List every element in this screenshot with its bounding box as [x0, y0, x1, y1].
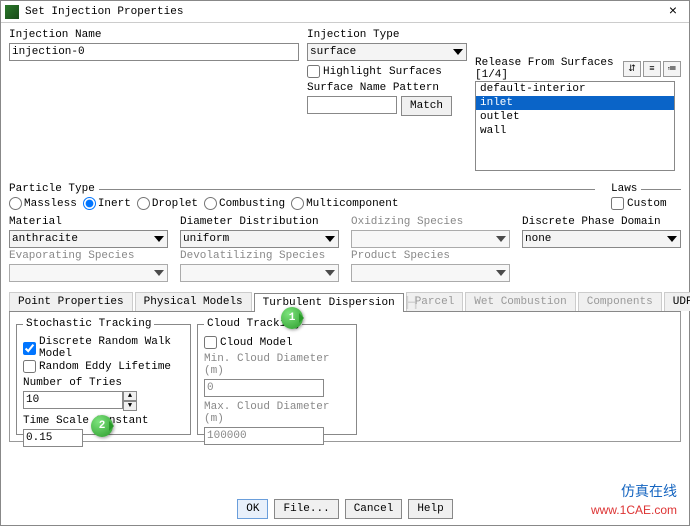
oxidizing-label: Oxidizing Species: [351, 216, 510, 228]
particle-type-option[interactable]: Droplet: [137, 197, 198, 210]
list-item[interactable]: outlet: [476, 110, 674, 124]
rel-row[interactable]: Random Eddy Lifetime: [23, 360, 184, 373]
surfaces-select-all-icon[interactable]: ≡: [643, 61, 661, 77]
particle-type-group: Particle Type Massless Inert Droplet Com…: [9, 183, 595, 210]
cloud-tracking-group: Cloud Tracking Cloud Model Min. Cloud Di…: [197, 318, 357, 435]
app-icon: [5, 5, 19, 19]
file-button[interactable]: File...: [274, 499, 338, 519]
cloud-min-input: [204, 379, 324, 397]
tab: Wet Combustion: [465, 292, 575, 311]
drwm-label: Discrete Random Walk Model: [39, 336, 184, 360]
diameter-dist-select[interactable]: uniform: [180, 230, 339, 248]
laws-group: Laws Custom: [611, 183, 681, 210]
release-surfaces-listbox[interactable]: default-interiorinletoutletwall: [475, 81, 675, 171]
callout-badge-2: 2: [91, 415, 113, 437]
surface-name-pattern-input[interactable]: [307, 96, 397, 114]
tab[interactable]: UDF: [664, 292, 690, 311]
devol-select: [180, 264, 339, 282]
highlight-surfaces-row[interactable]: Highlight Surfaces: [307, 65, 467, 78]
surfaces-deselect-icon[interactable]: ≔: [663, 61, 681, 77]
product-label: Product Species: [351, 250, 510, 262]
cloud-model-checkbox[interactable]: [204, 336, 217, 349]
stochastic-legend: Stochastic Tracking: [23, 318, 154, 330]
cloud-max-input: [204, 427, 324, 445]
injection-name-input[interactable]: [9, 43, 299, 61]
injection-type-label: Injection Type: [307, 29, 467, 41]
titlebar: Set Injection Properties ×: [1, 1, 689, 23]
tab: Components: [578, 292, 662, 311]
material-select[interactable]: anthracite: [9, 230, 168, 248]
rel-checkbox[interactable]: [23, 360, 36, 373]
cancel-button[interactable]: Cancel: [345, 499, 403, 519]
laws-custom-checkbox[interactable]: [611, 197, 624, 210]
laws-custom-label: Custom: [627, 198, 667, 210]
spin-up-icon[interactable]: ▲: [123, 391, 137, 401]
dialog-content: Injection Name Injection Type surface Hi…: [1, 23, 689, 493]
release-surfaces-label: Release From Surfaces [1/4]: [475, 57, 623, 81]
list-item[interactable]: wall: [476, 124, 674, 138]
close-icon[interactable]: ×: [661, 4, 685, 20]
button-bar: OK File... Cancel Help: [1, 499, 689, 519]
tab[interactable]: Turbulent Dispersion: [254, 293, 404, 312]
tsc-input[interactable]: [23, 429, 83, 447]
tab: Parcel: [406, 292, 464, 311]
tab[interactable]: Physical Models: [135, 292, 252, 311]
particle-type-option[interactable]: Inert: [83, 197, 131, 210]
tab-bar: Point PropertiesPhysical ModelsTurbulent…: [9, 292, 681, 312]
product-select: [351, 264, 510, 282]
surface-name-pattern-label: Surface Name Pattern: [307, 82, 467, 94]
injection-type-select[interactable]: surface: [307, 43, 467, 61]
help-button[interactable]: Help: [408, 499, 452, 519]
callout-badge-1: 1: [281, 307, 303, 329]
cloud-model-label: Cloud Model: [220, 337, 293, 349]
list-item[interactable]: inlet: [476, 96, 674, 110]
diameter-dist-label: Diameter Distribution: [180, 216, 339, 228]
evap-label: Evaporating Species: [9, 250, 168, 262]
drwm-row[interactable]: Discrete Random Walk Model: [23, 336, 184, 360]
dpd-select[interactable]: none: [522, 230, 681, 248]
particle-type-legend: Particle Type: [9, 183, 99, 195]
material-label: Material: [9, 216, 168, 228]
laws-legend: Laws: [611, 183, 641, 195]
oxidizing-select: [351, 230, 510, 248]
spin-down-icon[interactable]: ▼: [123, 401, 137, 411]
cloud-max-label: Max. Cloud Diameter (m): [204, 401, 350, 425]
injection-name-label: Injection Name: [9, 29, 299, 41]
ok-button[interactable]: OK: [237, 499, 268, 519]
highlight-surfaces-label: Highlight Surfaces: [323, 66, 442, 78]
particle-type-option[interactable]: Multicomponent: [291, 197, 398, 210]
window-title: Set Injection Properties: [25, 6, 661, 18]
highlight-surfaces-checkbox[interactable]: [307, 65, 320, 78]
particle-type-option[interactable]: Massless: [9, 197, 77, 210]
laws-custom-row[interactable]: Custom: [611, 197, 681, 210]
evap-select: [9, 264, 168, 282]
tries-input[interactable]: [23, 391, 123, 409]
rel-label: Random Eddy Lifetime: [39, 361, 171, 373]
cloud-model-row[interactable]: Cloud Model: [204, 336, 350, 349]
dialog-window: Set Injection Properties × Injection Nam…: [0, 0, 690, 526]
surfaces-sort-icon[interactable]: ⇵: [623, 61, 641, 77]
dpd-label: Discrete Phase Domain: [522, 216, 681, 228]
list-item[interactable]: default-interior: [476, 82, 674, 96]
tab[interactable]: Point Properties: [9, 292, 133, 311]
tries-label: Number of Tries: [23, 377, 184, 389]
cloud-min-label: Min. Cloud Diameter (m): [204, 353, 350, 377]
particle-type-option[interactable]: Combusting: [204, 197, 285, 210]
drwm-checkbox[interactable]: [23, 342, 36, 355]
devol-label: Devolatilizing Species: [180, 250, 339, 262]
match-button[interactable]: Match: [401, 96, 452, 116]
